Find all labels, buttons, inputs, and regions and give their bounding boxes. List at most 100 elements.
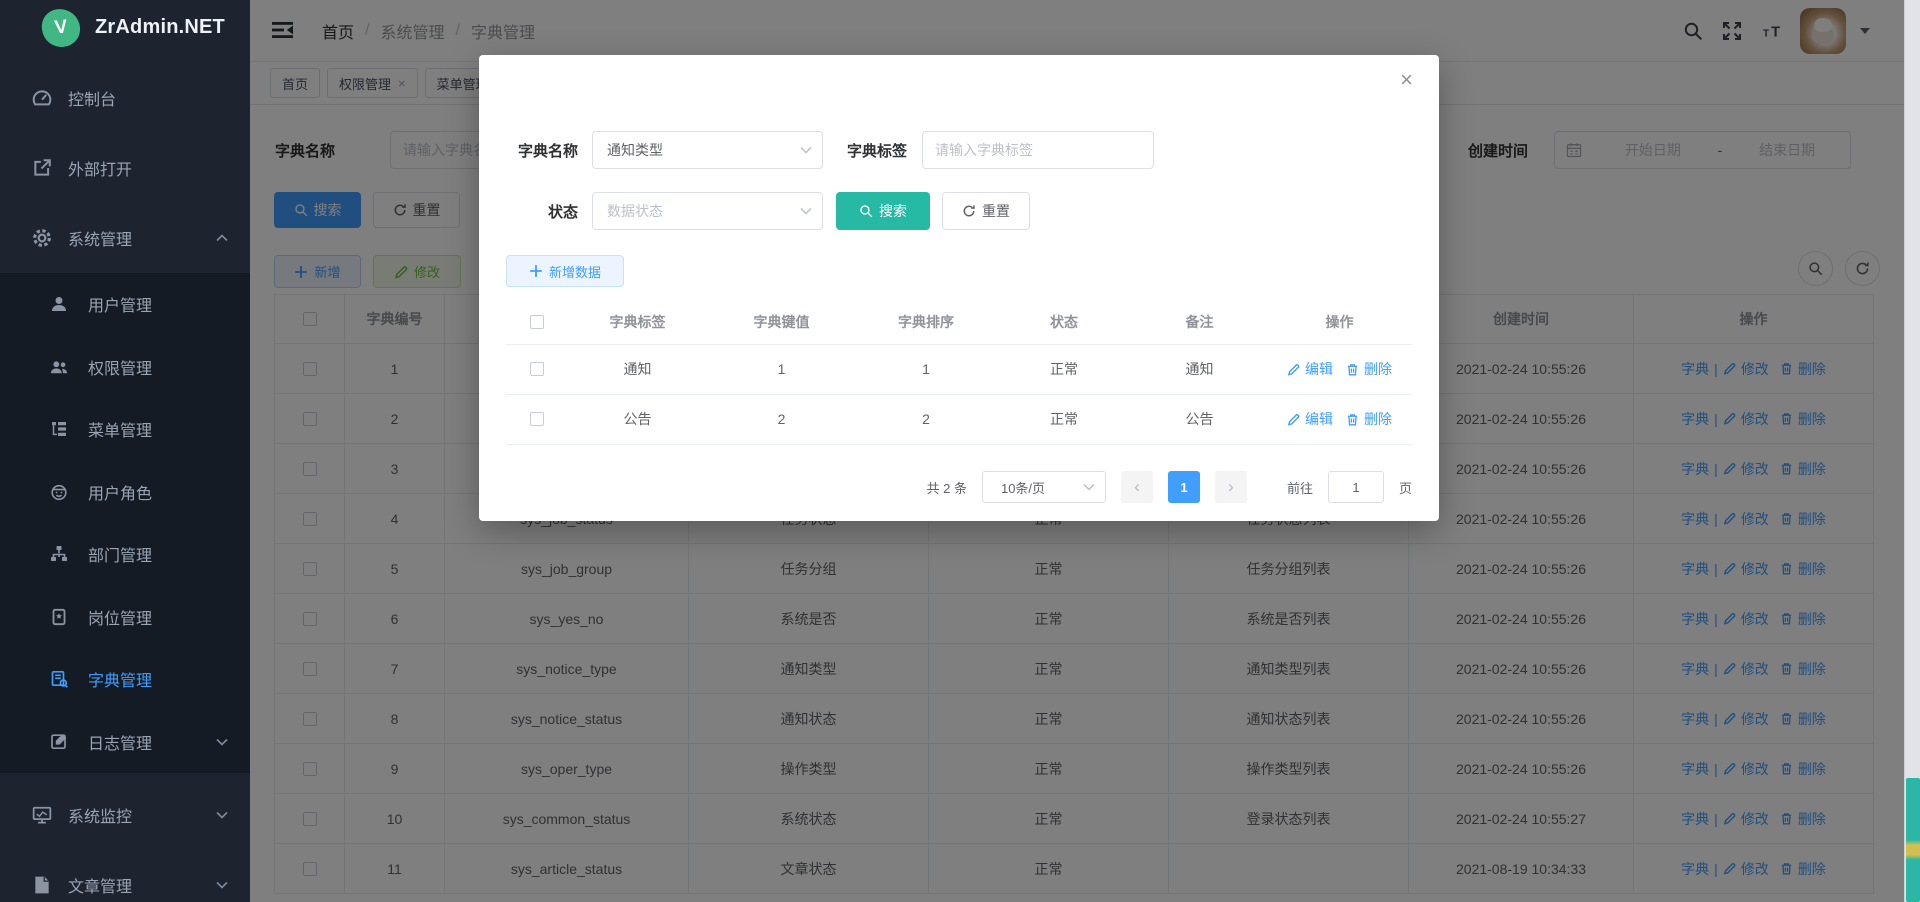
prev-page-button[interactable]: ‹: [1121, 471, 1153, 503]
sidebar-subitem-label: 菜单管理: [88, 417, 152, 441]
sidebar-subitem-label: 日志管理: [88, 730, 152, 754]
sidebar-submenu-system: 用户管理 权限管理 菜单管理 用户角色 部门管理 岗位管理: [0, 273, 250, 773]
sidebar: V ZrAdmin.NET 控制台 外部打开 系统管理 用户管理: [0, 0, 250, 902]
chevron-down-icon: [216, 811, 228, 819]
sidebar-item-label: 文章管理: [68, 873, 132, 897]
modal-table-row: 公告 2 2 正常 公告 编辑 删除: [506, 394, 1412, 444]
cell-status: 正常: [996, 394, 1132, 444]
sidebar-item[interactable]: 外部打开: [0, 133, 250, 203]
edit-pencil-icon: [1287, 363, 1300, 376]
sidebar-item[interactable]: 系统管理: [0, 203, 250, 273]
chevron-down-icon: [1083, 483, 1095, 491]
sidebar-subitem[interactable]: 权限管理: [0, 336, 250, 399]
chevron-down-icon: [216, 738, 228, 746]
modal-close-icon[interactable]: ×: [1400, 69, 1413, 91]
app-screen: V ZrAdmin.NET 控制台 外部打开 系统管理 用户管理: [0, 0, 1920, 902]
user-icon: [50, 295, 68, 313]
sidebar-item[interactable]: 控制台: [0, 63, 250, 133]
sidebar-subitem-label: 字典管理: [88, 667, 152, 691]
chevron-down-icon: [216, 881, 228, 889]
modal-search-button[interactable]: 搜索: [836, 192, 930, 230]
sidebar-subitem[interactable]: 用户角色: [0, 461, 250, 524]
cell-remark: 通知: [1132, 344, 1267, 394]
cell-remark: 公告: [1132, 394, 1267, 444]
menu-tree-icon: [50, 420, 68, 438]
dictionary-icon: [50, 670, 68, 688]
scrollbar-thumb[interactable]: [1906, 778, 1920, 902]
modal-row-edit-link[interactable]: 编辑: [1305, 359, 1333, 379]
next-page-button[interactable]: ›: [1215, 471, 1247, 503]
modal-dict-tag-label: 字典标签: [826, 131, 907, 169]
modal-row-edit-link[interactable]: 编辑: [1305, 409, 1333, 429]
app-logo[interactable]: V ZrAdmin.NET: [0, 0, 250, 55]
modal-status-select[interactable]: 数据状态: [592, 192, 823, 230]
modal-reset-button[interactable]: 重置: [942, 192, 1030, 230]
modal-select-all-checkbox[interactable]: [530, 315, 544, 329]
modal-pagination: 共 2 条 10条/页 ‹ 1 › 前往 页: [506, 466, 1412, 508]
chevron-down-icon: [800, 146, 812, 154]
modal-row-checkbox[interactable]: [530, 362, 544, 376]
modal-dict-name-select[interactable]: 通知类型: [592, 131, 823, 169]
external-link-icon: [32, 158, 52, 178]
sidebar-subitem-label: 岗位管理: [88, 605, 152, 629]
header-actions: 操作: [1267, 300, 1412, 344]
role-face-icon: [50, 483, 68, 501]
modal-dict-name-label: 字典名称: [496, 131, 578, 169]
org-chart-icon: [50, 545, 68, 563]
sidebar-subitem[interactable]: 部门管理: [0, 523, 250, 586]
modal-dict-tag-input[interactable]: [922, 131, 1154, 169]
sidebar-menu-bottom: 系统监控 文章管理: [0, 780, 250, 902]
modal-row-delete-link[interactable]: 删除: [1364, 409, 1392, 429]
cell-status: 正常: [996, 344, 1132, 394]
sidebar-subitem-label: 用户角色: [88, 480, 152, 504]
trash-icon: [1346, 363, 1359, 376]
sidebar-item[interactable]: 文章管理: [0, 850, 250, 902]
modal-status-placeholder: 数据状态: [607, 201, 663, 221]
sidebar-subitem[interactable]: 用户管理: [0, 273, 250, 336]
modal-table-row: 通知 1 1 正常 通知 编辑 删除: [506, 344, 1412, 394]
plus-icon: [529, 264, 543, 278]
sidebar-item[interactable]: 系统监控: [0, 780, 250, 850]
dict-data-table: 字典标签 字典键值 字典排序 状态 备注 操作 通知 1 1 正常 通知: [506, 300, 1412, 445]
sidebar-subitem[interactable]: 字典管理: [0, 648, 250, 711]
page-size-select[interactable]: 10条/页: [982, 471, 1106, 503]
cell-dict-label: 公告: [568, 394, 707, 444]
dashboard-icon: [32, 88, 52, 108]
sidebar-subitem[interactable]: 菜单管理: [0, 398, 250, 461]
cell-dict-key: 2: [707, 394, 856, 444]
monitor-icon: [32, 805, 52, 825]
sidebar-subitem-label: 用户管理: [88, 292, 152, 316]
modal-add-data-button[interactable]: 新增数据: [506, 255, 624, 287]
goto-page-input[interactable]: [1328, 471, 1384, 503]
sidebar-subitem[interactable]: 日志管理: [0, 711, 250, 774]
modal-dict-name-value: 通知类型: [607, 140, 663, 160]
sidebar-item-label: 系统管理: [68, 226, 132, 250]
refresh-icon: [962, 204, 976, 218]
users-icon: [50, 358, 68, 376]
gear-icon: [32, 228, 52, 248]
pagination-total: 共 2 条: [927, 478, 967, 497]
header-dict-label: 字典标签: [568, 300, 707, 344]
sidebar-subitem-label: 权限管理: [88, 355, 152, 379]
trash-icon: [1346, 413, 1359, 426]
chevron-down-icon: [800, 207, 812, 215]
sidebar-item-label: 控制台: [68, 86, 116, 110]
sidebar-item-label: 系统监控: [68, 803, 132, 827]
page-unit-label: 页: [1399, 478, 1412, 497]
chevron-up-icon: [216, 234, 228, 242]
modal-row-checkbox[interactable]: [530, 412, 544, 426]
dict-data-dialog: × 字典名称 通知类型 字典标签 状态 数据状态 搜索 重置 新增数据: [479, 55, 1439, 521]
cell-dict-label: 通知: [568, 344, 707, 394]
sidebar-menu-top: 控制台 外部打开 系统管理: [0, 63, 250, 273]
current-page-button[interactable]: 1: [1168, 471, 1200, 503]
page-scrollbar: [1904, 0, 1920, 902]
header-status: 状态: [996, 300, 1132, 344]
app-logo-icon: V: [40, 7, 82, 49]
goto-label: 前往: [1287, 478, 1313, 497]
cell-dict-sort: 1: [856, 344, 996, 394]
edit-pencil-icon: [1287, 413, 1300, 426]
sidebar-subitem[interactable]: 岗位管理: [0, 586, 250, 649]
modal-row-delete-link[interactable]: 删除: [1364, 359, 1392, 379]
sidebar-item-label: 外部打开: [68, 156, 132, 180]
page-size-value: 10条/页: [1001, 478, 1045, 497]
